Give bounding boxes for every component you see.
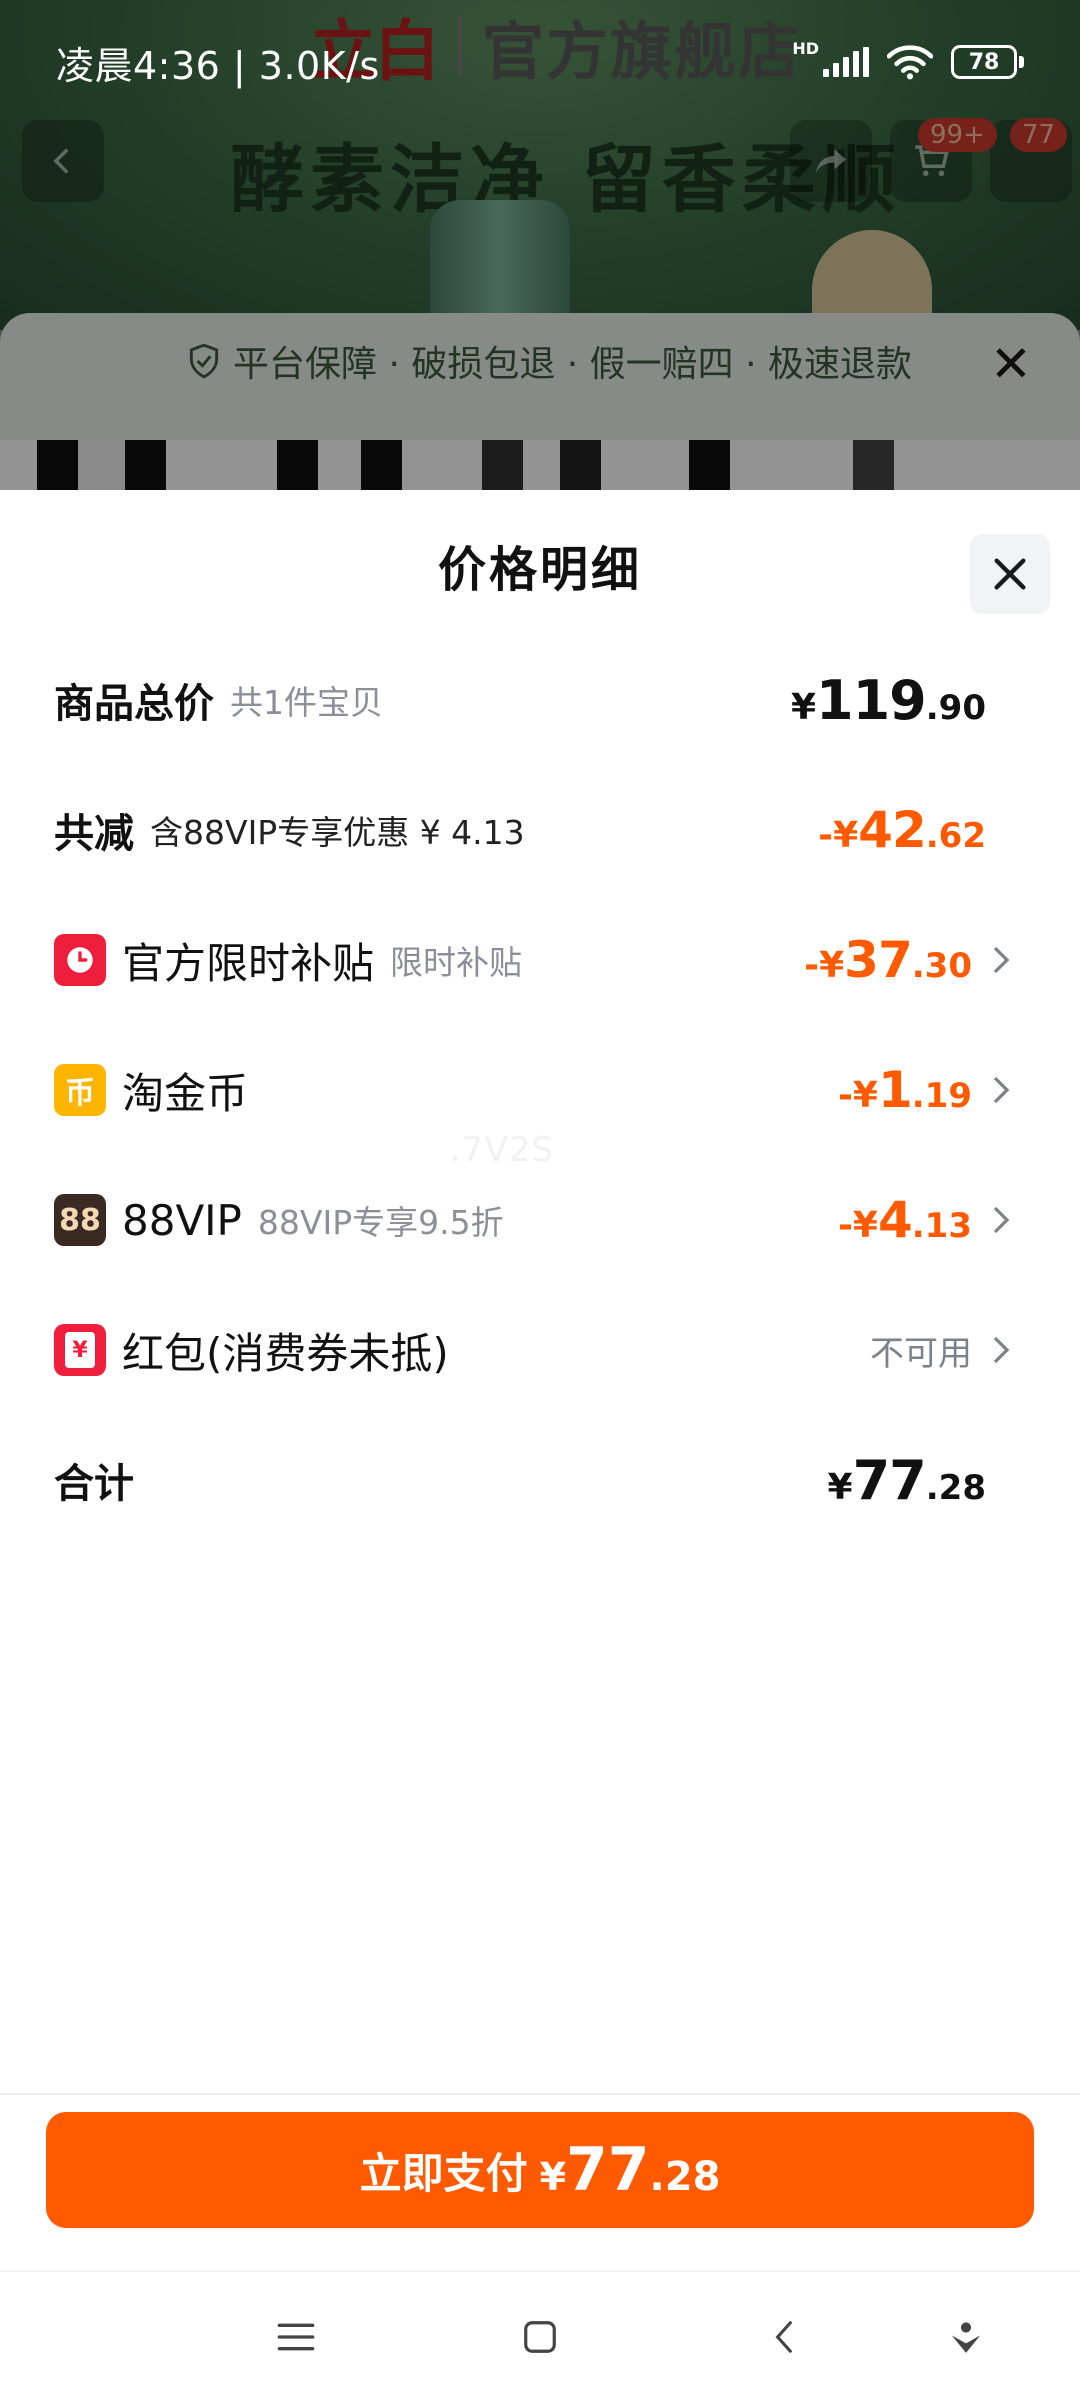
close-button[interactable] xyxy=(970,534,1050,614)
battery-icon: 78 xyxy=(951,45,1024,79)
row-goods-total: 商品总价 共1件宝贝 ¥119.90 xyxy=(0,650,1080,750)
goods-total-price: ¥119.90 xyxy=(790,668,986,732)
clock-icon xyxy=(54,934,106,986)
coin-icon: 币 xyxy=(54,1064,106,1116)
home-square-icon xyxy=(524,2321,556,2353)
assistant-button[interactable] xyxy=(936,2307,996,2367)
menu-button[interactable] xyxy=(266,2307,326,2367)
row-label: 合计 xyxy=(54,1461,134,1507)
wifi-icon xyxy=(887,45,933,80)
menu-icon xyxy=(277,2323,315,2351)
signal-icon xyxy=(823,47,869,77)
pay-amount: ¥77.28 xyxy=(539,2135,721,2205)
row-label: 红包(消费券未抵) xyxy=(122,1328,449,1378)
red-packet-icon: ¥ xyxy=(54,1324,106,1376)
chevron-right-icon xyxy=(986,1070,1016,1110)
row-grand-total: 合计 ¥77.28 xyxy=(0,1430,1080,1530)
row-label: 商品总价 xyxy=(54,681,214,727)
home-button[interactable] xyxy=(510,2307,570,2367)
chevron-right-icon xyxy=(986,940,1016,980)
price-detail-sheet: 价格明细 商品总价 共1件宝贝 ¥119.90 共减 含88VIP专享优惠 ¥ … xyxy=(0,490,1080,2270)
total-discount-price: - ¥42.62 xyxy=(818,801,986,859)
row-label: 88VIP xyxy=(122,1195,242,1245)
back-nav-button[interactable] xyxy=(754,2307,814,2367)
system-nav-bar xyxy=(0,2270,1080,2400)
row-red-packet[interactable]: ¥ 红包(消费券未抵) 不可用 xyxy=(0,1300,1080,1400)
back-icon xyxy=(775,2321,792,2353)
chevron-right-icon xyxy=(986,1200,1016,1240)
row-official-subsidy[interactable]: 官方限时补贴 限时补贴 - ¥37.30 xyxy=(0,910,1080,1010)
row-sublabel: 88VIP专享9.5折 xyxy=(257,1203,504,1242)
status-time: 凌晨4:36 | 3.0K/s xyxy=(56,43,380,88)
assistant-icon xyxy=(951,2322,981,2353)
sheet-title: 价格明细 xyxy=(437,542,642,598)
red-packet-status: 不可用 xyxy=(870,1333,972,1374)
row-taojinbi[interactable]: 币 淘金币 - ¥1.19 xyxy=(0,1040,1080,1140)
taojinbi-price: - ¥1.19 xyxy=(837,1061,972,1119)
row-label: 共减 xyxy=(54,811,134,857)
row-sublabel: 含88VIP专享优惠 ¥ 4.13 xyxy=(150,813,525,852)
sheet-header: 价格明细 xyxy=(0,490,1080,640)
status-bar: 凌晨4:36 | 3.0K/s HD 78 xyxy=(0,0,1080,124)
row-total-discount: 共减 含88VIP专享优惠 ¥ 4.13 - ¥42.62 xyxy=(0,780,1080,880)
row-88vip[interactable]: 88 88VIP 88VIP专享9.5折 - ¥4.13 xyxy=(0,1170,1080,1270)
grand-total-price: ¥77.28 xyxy=(827,1448,986,1512)
status-icons: HD 78 xyxy=(792,39,1024,80)
88vip-icon: 88 xyxy=(54,1194,106,1246)
row-sublabel: 限时补贴 xyxy=(390,943,523,982)
subsidy-price: - ¥37.30 xyxy=(804,931,972,989)
hd-indicator: HD xyxy=(792,38,819,58)
bottom-divider xyxy=(0,2093,1080,2095)
row-label: 淘金币 xyxy=(122,1068,249,1118)
watermark: .7V2S xyxy=(450,1130,554,1170)
battery-level: 78 xyxy=(968,49,1000,75)
pay-now-button[interactable]: 立即支付 ¥77.28 xyxy=(46,2112,1034,2228)
88vip-price: - ¥4.13 xyxy=(837,1191,972,1249)
chevron-right-icon xyxy=(986,1330,1016,1370)
close-icon xyxy=(994,558,1026,590)
row-sublabel: 共1件宝贝 xyxy=(230,683,383,722)
pay-label: 立即支付 xyxy=(359,2148,528,2198)
row-label: 官方限时补贴 xyxy=(122,938,375,988)
